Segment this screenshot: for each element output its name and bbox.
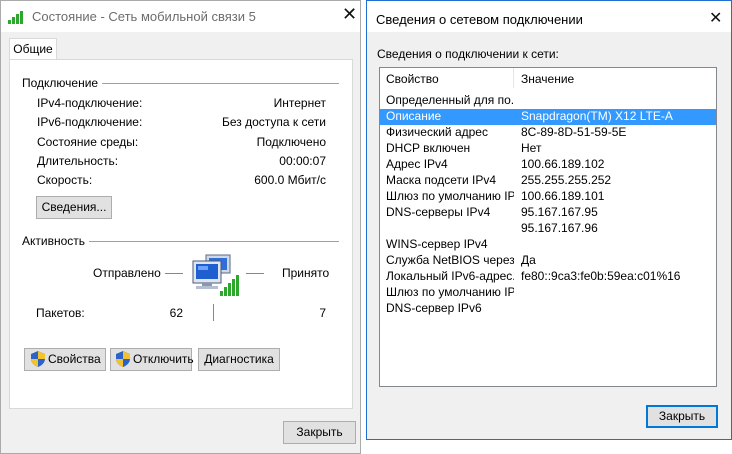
column-header-value[interactable]: Значение bbox=[521, 72, 574, 86]
list-item[interactable]: 95.167.167.96 bbox=[380, 221, 716, 237]
sent-label: Отправлено bbox=[93, 266, 161, 280]
close-icon[interactable]: ✕ bbox=[709, 9, 722, 29]
column-header-property[interactable]: Свойство bbox=[386, 72, 439, 86]
speed-value: 600.0 Мбит/с bbox=[254, 173, 326, 187]
network-computers-icon bbox=[192, 254, 239, 296]
ipv4-value: Интернет bbox=[273, 96, 326, 110]
property-cell: Локальный IPv6-адрес... bbox=[386, 269, 514, 283]
connection-heading: Подключение bbox=[22, 76, 99, 90]
column-separator[interactable] bbox=[513, 68, 514, 88]
details-window-title: Сведения о сетевом подключении bbox=[376, 12, 583, 27]
close-icon[interactable]: ✕ bbox=[342, 4, 357, 24]
close-button[interactable]: Закрыть bbox=[283, 421, 356, 444]
value-cell: 95.167.167.96 bbox=[521, 221, 598, 235]
value-cell: 8C-89-8D-51-59-5E bbox=[521, 125, 627, 139]
list-item[interactable]: DNS-сервер IPv6 bbox=[380, 301, 716, 317]
uac-shield-icon bbox=[116, 351, 130, 367]
list-item[interactable]: Маска подсети IPv4 255.255.255.252 bbox=[380, 173, 716, 189]
list-item[interactable]: DHCP включен Нет bbox=[380, 141, 716, 157]
status-window: Состояние - Сеть мобильной связи 5 ✕ Общ… bbox=[0, 0, 361, 454]
list-item[interactable]: DNS-серверы IPv4 95.167.167.95 bbox=[380, 205, 716, 221]
sent-line bbox=[165, 273, 183, 274]
disable-button[interactable]: Отключить bbox=[110, 348, 194, 371]
value-cell: 255.255.255.252 bbox=[521, 173, 612, 187]
speed-label: Скорость: bbox=[37, 173, 93, 187]
property-cell: Определенный для по... bbox=[386, 93, 514, 107]
uac-shield-icon bbox=[31, 351, 45, 367]
property-cell: DHCP включен bbox=[386, 141, 471, 155]
ipv6-value: Без доступа к сети bbox=[222, 115, 326, 129]
list-item[interactable]: Шлюз по умолчанию IP... bbox=[380, 285, 716, 301]
details-button[interactable]: Сведения... bbox=[36, 196, 112, 219]
packets-divider bbox=[213, 304, 214, 321]
list-item[interactable]: Шлюз по умолчанию IP... 100.66.189.101 bbox=[380, 189, 716, 205]
status-window-titlebar: Состояние - Сеть мобильной связи 5 ✕ bbox=[1, 1, 360, 32]
value-cell: Snapdragon(TM) X12 LTE-A bbox=[521, 109, 673, 123]
list-item[interactable]: WINS-сервер IPv4 bbox=[380, 237, 716, 253]
value-cell: 100.66.189.101 bbox=[521, 189, 605, 203]
property-cell: Маска подсети IPv4 bbox=[386, 173, 497, 187]
list-header: Свойство Значение bbox=[380, 68, 716, 88]
value-cell: Нет bbox=[521, 141, 542, 155]
property-cell: WINS-сервер IPv4 bbox=[386, 237, 488, 251]
properties-button[interactable]: Свойства bbox=[24, 348, 106, 371]
property-cell: Шлюз по умолчанию IP... bbox=[386, 285, 514, 299]
duration-label: Длительность: bbox=[37, 154, 119, 168]
diagnose-button[interactable]: Диагностика bbox=[198, 348, 280, 371]
property-cell: Описание bbox=[386, 109, 442, 123]
ipv6-label: IPv6-подключение: bbox=[37, 115, 143, 129]
received-line bbox=[246, 273, 264, 274]
list-item[interactable]: Физический адрес 8C-89-8D-51-59-5E bbox=[380, 125, 716, 141]
activity-divider bbox=[89, 241, 339, 242]
signal-bars-icon bbox=[8, 11, 23, 24]
value-cell: Да bbox=[521, 253, 536, 267]
details-window-titlebar: Сведения о сетевом подключении ✕ bbox=[367, 1, 731, 32]
duration-value: 00:00:07 bbox=[279, 154, 326, 168]
media-state-value: Подключено bbox=[256, 135, 326, 149]
property-cell: DNS-сервер IPv6 bbox=[386, 301, 482, 315]
activity-heading: Активность bbox=[22, 234, 86, 248]
sent-packets-value: 62 bbox=[169, 306, 183, 320]
value-cell: 95.167.167.95 bbox=[521, 205, 598, 219]
tab-general[interactable]: Общие bbox=[9, 38, 57, 60]
property-cell: DNS-серверы IPv4 bbox=[386, 205, 491, 219]
list-item[interactable]: Служба NetBIOS через... Да bbox=[380, 253, 716, 269]
details-subtitle: Сведения о подключении к сети: bbox=[377, 47, 559, 61]
list-item[interactable]: Адрес IPv4 100.66.189.102 bbox=[380, 157, 716, 173]
list-item-selected[interactable]: Описание Snapdragon(TM) X12 LTE-A bbox=[380, 109, 716, 125]
disable-button-label: Отключить bbox=[133, 352, 194, 366]
value-cell: 100.66.189.102 bbox=[521, 157, 605, 171]
property-cell: Физический адрес bbox=[386, 125, 488, 139]
list-item[interactable]: Определенный для по... bbox=[380, 93, 716, 109]
details-list[interactable]: Свойство Значение Определенный для по...… bbox=[379, 67, 717, 387]
property-cell: Адрес IPv4 bbox=[386, 157, 448, 171]
tab-general-label: Общие bbox=[13, 42, 53, 56]
packets-label: Пакетов: bbox=[36, 306, 85, 320]
received-label: Принято bbox=[282, 266, 330, 280]
value-cell: fe80::9ca3:fe0b:59ea:c01%16 bbox=[521, 269, 681, 283]
properties-button-label: Свойства bbox=[48, 352, 101, 366]
media-state-label: Состояние среды: bbox=[37, 135, 139, 149]
status-window-title: Состояние - Сеть мобильной связи 5 bbox=[32, 9, 256, 24]
property-cell: Служба NetBIOS через... bbox=[386, 253, 514, 267]
details-close-button[interactable]: Закрыть bbox=[646, 405, 718, 428]
ipv4-label: IPv4-подключение: bbox=[37, 96, 143, 110]
received-packets-value: 7 bbox=[319, 306, 326, 320]
property-cell: Шлюз по умолчанию IP... bbox=[386, 189, 514, 203]
connection-divider bbox=[102, 83, 339, 84]
list-item[interactable]: Локальный IPv6-адрес... fe80::9ca3:fe0b:… bbox=[380, 269, 716, 285]
